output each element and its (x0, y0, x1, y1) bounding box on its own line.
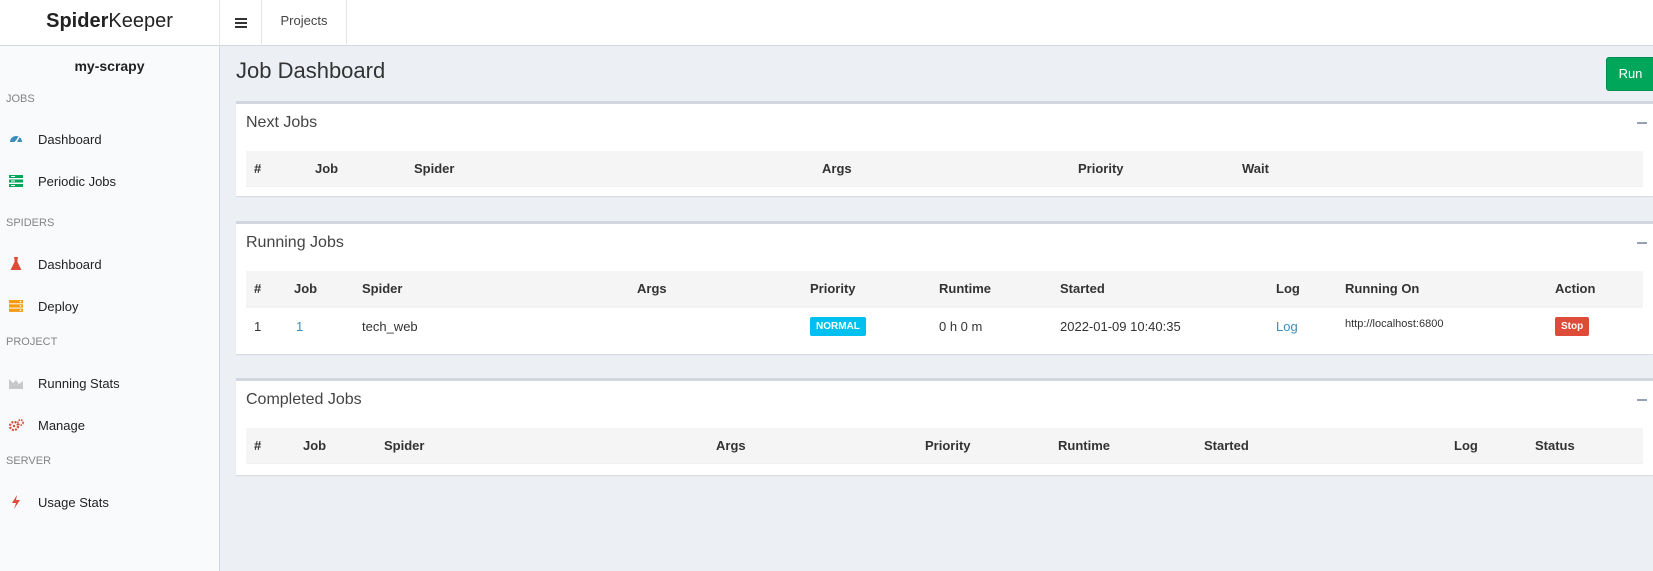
hamburger-icon (234, 18, 247, 28)
column-header: Priority (1078, 161, 1124, 176)
column-header: # (254, 281, 262, 296)
column-header: Status (1535, 438, 1575, 453)
sidebar-item-manage[interactable]: Manage (0, 409, 219, 441)
column-header: Wait (1242, 161, 1269, 176)
cell-num: 1 (254, 319, 262, 334)
table-row: 1 1 tech_web NORMAL 0 h 0 m 2022-01-09 1… (246, 307, 1643, 344)
sidebar-item-label: Deploy (38, 298, 79, 314)
logo-light-text: Keeper (108, 10, 173, 32)
cell-runtime: 0 h 0 m (939, 319, 983, 334)
column-header: Action (1555, 281, 1596, 296)
collapse-icon[interactable] (1637, 399, 1647, 401)
column-header: Started (1204, 438, 1249, 453)
section-title-jobs: JOBS (6, 93, 35, 105)
page-title: Job Dashboard (236, 58, 386, 83)
main-content: Job Dashboard Run Next Jobs # Job Spider… (220, 46, 1653, 571)
tasks-icon (8, 173, 24, 189)
column-header: Job (294, 281, 318, 296)
section-title-project: PROJECT (6, 336, 58, 348)
sidebar-item-usage-stats[interactable]: Usage Stats (0, 486, 219, 518)
completed-jobs-title: Completed Jobs (246, 391, 362, 408)
cell-started: 2022-01-09 10:40:35 (1060, 319, 1181, 334)
sidebar: my-scrapy JOBS Dashboard Periodic Jobs S… (0, 46, 220, 571)
column-header: Log (1454, 438, 1478, 453)
server-icon (8, 298, 24, 314)
collapse-icon[interactable] (1637, 122, 1647, 124)
column-header: Args (716, 438, 746, 453)
app-logo[interactable]: SpiderKeeper (0, 0, 220, 46)
dashboard-icon (8, 131, 24, 147)
sidebar-item-deploy[interactable]: Deploy (0, 290, 219, 322)
column-header: Spider (414, 161, 455, 176)
area-chart-icon (8, 375, 24, 391)
table-header: # Job Spider Args Priority Runtime Start… (246, 271, 1643, 307)
sidebar-item-spiders-dashboard[interactable]: Dashboard (0, 248, 219, 280)
column-header: Job (315, 161, 339, 176)
column-header: Runtime (939, 281, 991, 296)
column-header: Spider (362, 281, 403, 296)
table-header: # Job Spider Args Priority Wait (246, 151, 1643, 187)
completed-jobs-box: Completed Jobs # Job Spider Args Priorit… (236, 378, 1653, 475)
sidebar-item-label: Running Stats (38, 375, 120, 391)
column-header: Priority (810, 281, 856, 296)
column-header: Log (1276, 281, 1300, 296)
column-header: Priority (925, 438, 971, 453)
completed-jobs-table: # Job Spider Args Priority Runtime Start… (246, 428, 1643, 464)
section-title-server: SERVER (6, 455, 52, 467)
cell-running-on: http://localhost:6800 (1345, 318, 1444, 330)
running-jobs-title: Running Jobs (246, 234, 344, 251)
job-link[interactable]: 1 (296, 308, 303, 345)
sidebar-item-periodic-jobs[interactable]: Periodic Jobs (0, 165, 219, 197)
section-title-spiders: SPIDERS (6, 217, 55, 229)
cell-priority: NORMAL (810, 308, 866, 345)
running-jobs-box: Running Jobs # Job Spider Args Priority … (236, 221, 1653, 354)
collapse-icon[interactable] (1637, 242, 1647, 244)
column-header: Args (822, 161, 852, 176)
sidebar-item-label: Manage (38, 417, 85, 433)
next-jobs-box: Next Jobs # Job Spider Args Priority Wai… (236, 101, 1653, 196)
column-header: Started (1060, 281, 1105, 296)
running-jobs-table: # Job Spider Args Priority Runtime Start… (246, 271, 1643, 344)
table-header: # Job Spider Args Priority Runtime Start… (246, 428, 1643, 464)
cell-action: Stop (1555, 308, 1590, 345)
sidebar-item-running-stats[interactable]: Running Stats (0, 367, 219, 399)
flask-icon (8, 256, 24, 272)
column-header: # (254, 161, 262, 176)
next-jobs-table: # Job Spider Args Priority Wait (246, 151, 1643, 187)
column-header: # (254, 438, 262, 453)
sidebar-toggle-button[interactable] (220, 0, 262, 46)
next-jobs-title: Next Jobs (246, 114, 318, 131)
sidebar-item-jobs-dashboard[interactable]: Dashboard (0, 123, 219, 155)
column-header: Runtime (1058, 438, 1110, 453)
sidebar-item-label: Usage Stats (38, 494, 109, 510)
column-header: Running On (1345, 281, 1420, 296)
cell-spider: tech_web (362, 319, 418, 334)
bolt-icon (8, 494, 24, 510)
run-button[interactable]: Run (1606, 57, 1653, 91)
gears-icon (8, 417, 24, 433)
sidebar-item-label: Periodic Jobs (38, 173, 117, 189)
column-header: Spider (384, 438, 425, 453)
project-name: my-scrapy (74, 58, 145, 74)
priority-badge: NORMAL (810, 317, 866, 337)
column-header: Args (637, 281, 667, 296)
sidebar-item-label: Dashboard (38, 256, 102, 272)
logo-bold-text: Spider (46, 10, 109, 32)
stop-button[interactable]: Stop (1555, 317, 1590, 337)
column-header: Job (303, 438, 327, 453)
log-link[interactable]: Log (1276, 308, 1298, 345)
sidebar-item-label: Dashboard (38, 131, 102, 147)
nav-projects-link[interactable]: Projects (262, 0, 347, 46)
top-header: SpiderKeeper Projects (0, 0, 1653, 46)
